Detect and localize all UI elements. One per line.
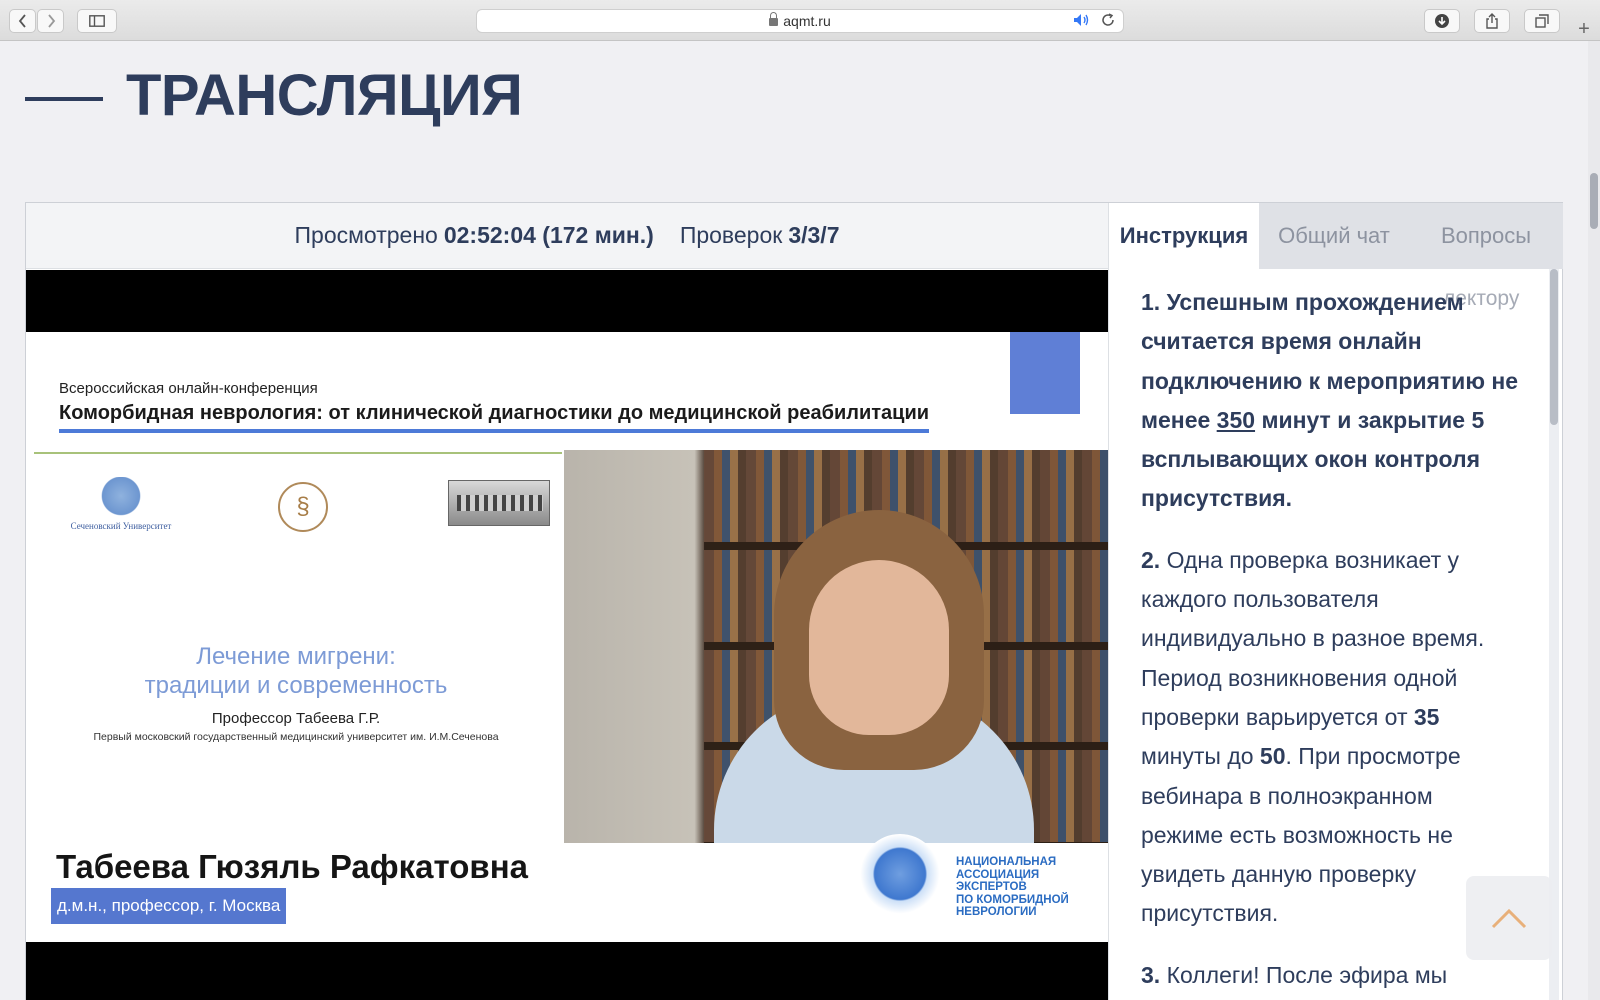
association-name-line: НАЦИОНАЛЬНАЯ — [956, 856, 1057, 868]
association-name-line: ПО КОМОРБИДНОЙ — [956, 893, 1069, 906]
watched-label: Просмотрено — [294, 222, 438, 248]
broadcast-frame: Просмотрено 02:52:04 (172 мин.) Проверок… — [25, 202, 1563, 1000]
share-icon — [1486, 13, 1498, 29]
lock-icon — [769, 12, 779, 26]
speaker-role: д.м.н., профессор, г. Москва — [51, 888, 287, 924]
item-number: 1. — [1141, 289, 1161, 315]
instructions-text: 1. Успешным прохождением считается время… — [1141, 283, 1521, 1000]
item-number: 3. — [1141, 961, 1161, 988]
scroll-to-top-button[interactable] — [1466, 876, 1552, 960]
forward-button[interactable] — [37, 9, 64, 33]
slide-divider — [34, 452, 562, 454]
lecture-university: Первый московский государственный медици… — [93, 731, 499, 743]
instruction-text: Одна проверка возникает у каждого пользо… — [1141, 546, 1485, 730]
association-name-line: НЕВРОЛОГИИ — [956, 906, 1037, 918]
checks-label: Проверок — [679, 222, 783, 248]
snake-icon: § — [296, 493, 310, 520]
side-tabs: Инструкция Общий чат Вопросы — [1109, 203, 1563, 269]
video-player[interactable]: Всероссийская онлайн-конференция Коморби… — [26, 270, 1108, 1000]
watched-value: 02:52:04 (172 мин.) — [443, 222, 654, 248]
lecture-title-line2: традиции и современность — [144, 672, 448, 699]
conference-subtitle: Всероссийская онлайн-конференция — [59, 380, 318, 397]
conference-title: Коморбидная неврология: от клинической д… — [59, 402, 930, 433]
speaker-name: Табеева Гюзяль Рафкатовна — [56, 848, 528, 885]
required-minutes: 350 — [1216, 406, 1256, 433]
tabs-overview-button[interactable] — [1524, 9, 1560, 33]
speaker-face — [809, 560, 949, 735]
speaker-camera-feed — [564, 450, 1108, 843]
page-title: ТРАНСЛЯЦИЯ — [126, 63, 523, 128]
url-text: aqmt.ru — [783, 13, 831, 29]
download-icon — [1435, 14, 1449, 28]
sidebar-icon — [89, 15, 105, 27]
page-scrollbar[interactable] — [1588, 41, 1600, 1000]
instruction-item-1: 1. Успешным прохождением считается время… — [1141, 283, 1521, 519]
back-button[interactable] — [9, 9, 36, 33]
association-name-line: АССОЦИАЦИЯ — [956, 868, 1040, 881]
instruction-item-2: 2. Одна проверка возникает у каждого пол… — [1141, 541, 1521, 934]
sechenov-university-logo: Сеченовский Университет — [66, 477, 176, 531]
chevron-up-icon — [1491, 908, 1527, 929]
interval-from: 35 — [1413, 703, 1440, 730]
sidebar-toggle-button[interactable] — [77, 9, 117, 33]
instruction-text: . При просмотре вебинара в полноэкранном… — [1141, 743, 1461, 927]
lecture-title: Лечение мигрени: традиции и современност… — [26, 642, 566, 700]
university-building-image — [448, 480, 550, 526]
downloads-button[interactable] — [1424, 9, 1460, 33]
checks-value: 3/3/7 — [788, 222, 840, 248]
tab-questions[interactable]: Вопросы — [1409, 203, 1563, 269]
slide-accent-square — [1010, 332, 1080, 414]
tabs-icon — [1535, 14, 1549, 28]
interval-to: 50 — [1259, 743, 1286, 770]
association-name-line: ЭКСПЕРТОВ — [956, 881, 1027, 893]
tab-general-chat[interactable]: Общий чат — [1259, 203, 1409, 269]
association-logo — [860, 834, 940, 914]
chevron-left-icon — [18, 14, 26, 28]
tab-instructions[interactable]: Инструкция — [1109, 203, 1259, 269]
instruction-item-3: 3. Коллеги! После эфира мы — [1141, 956, 1521, 995]
lecture-title-line1: Лечение мигрени: — [196, 643, 396, 670]
address-bar[interactable]: aqmt.ru — [476, 9, 1124, 33]
watch-stats-bar: Просмотрено 02:52:04 (172 мин.) Проверок… — [26, 203, 1108, 269]
item-number: 2. — [1141, 546, 1161, 573]
instruction-text: минуты до — [1141, 743, 1254, 770]
title-decoration-line — [25, 97, 103, 101]
new-tab-button[interactable]: + — [1572, 18, 1596, 40]
reload-icon[interactable] — [1101, 13, 1115, 27]
speaker-icon[interactable] — [1073, 13, 1091, 27]
presentation-slide: Всероссийская онлайн-конференция Коморби… — [26, 332, 1108, 942]
share-button[interactable] — [1474, 9, 1510, 33]
instruction-text: Коллеги! После эфира мы — [1166, 961, 1448, 988]
side-panel-scrollbar-thumb[interactable] — [1550, 269, 1558, 425]
lecture-professor: Профессор Табеева Г.Р. — [211, 710, 381, 727]
medical-society-logo: § — [278, 482, 328, 532]
page-scrollbar-thumb[interactable] — [1590, 173, 1598, 229]
association-name: НАЦИОНАЛЬНАЯ АССОЦИАЦИЯ ЭКСПЕРТОВ ПО КОМ… — [956, 856, 1069, 919]
chevron-right-icon — [47, 14, 55, 28]
browser-toolbar: aqmt.ru + — [0, 0, 1600, 41]
tree-icon — [96, 477, 146, 519]
logo-caption: Сеченовский Университет — [70, 521, 172, 531]
